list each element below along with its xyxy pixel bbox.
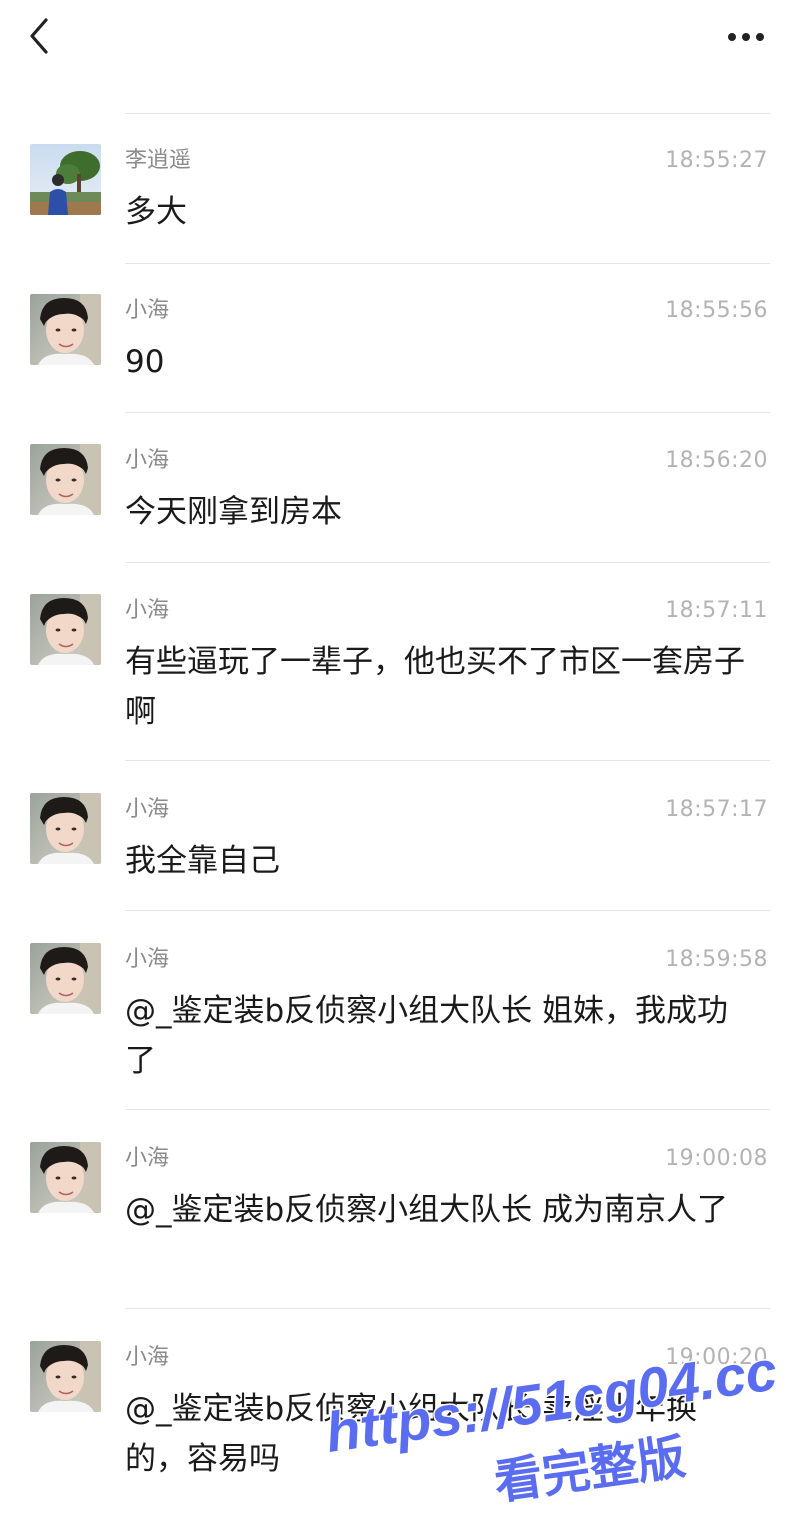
message-text: 今天刚拿到房本	[125, 494, 342, 530]
sender-name: 小海	[125, 1345, 170, 1370]
message-text: 有些逼玩了一辈子，他也买不了市区一套房子啊	[125, 644, 745, 730]
divider	[125, 910, 770, 911]
portrait-avatar[interactable]	[30, 444, 101, 515]
message-time: 18:56:20	[665, 448, 768, 473]
message-time: 19:00:08	[665, 1146, 768, 1171]
portrait-avatar[interactable]	[30, 1341, 101, 1412]
divider	[125, 1308, 770, 1309]
sender-name: 李逍遥	[125, 148, 192, 173]
back-button[interactable]	[22, 14, 62, 58]
message-text: 我全靠自己	[125, 843, 280, 879]
sender-name: 小海	[125, 448, 170, 473]
portrait-avatar[interactable]	[30, 793, 101, 864]
sender-name: 小海	[125, 947, 170, 972]
portrait-avatar[interactable]	[30, 294, 101, 365]
message-text: @_鉴定装b反侦察小组大队长 成为南京人了	[125, 1192, 729, 1228]
divider	[125, 263, 770, 264]
message-time: 18:59:58	[665, 947, 768, 972]
portrait-avatar[interactable]	[30, 943, 101, 1014]
divider	[125, 562, 770, 563]
portrait-avatar[interactable]	[30, 594, 101, 665]
portrait-avatar[interactable]	[30, 1142, 101, 1213]
more-dots-icon	[728, 33, 764, 41]
more-button[interactable]	[718, 22, 774, 52]
sender-name: 小海	[125, 598, 170, 623]
sender-name: 小海	[125, 797, 170, 822]
sender-name: 小海	[125, 1146, 170, 1171]
divider	[125, 1109, 770, 1110]
message-time: 18:57:11	[665, 598, 768, 623]
top-bar	[0, 0, 800, 84]
message-time: 18:57:17	[665, 797, 768, 822]
chevron-left-icon	[30, 18, 48, 54]
message-text: @_鉴定装b反侦察小组大队长 姐妹，我成功了	[125, 993, 729, 1079]
message-time: 18:55:27	[665, 148, 768, 173]
landscape-avatar[interactable]	[30, 144, 101, 215]
message-text: 多大	[125, 194, 187, 230]
message-text: @_鉴定装b反侦察小组大队长 卖淫十年换的，容易吗	[125, 1391, 698, 1477]
sender-name: 小海	[125, 298, 170, 323]
divider	[125, 760, 770, 761]
message-text: 90	[125, 344, 165, 380]
message-time: 18:55:56	[665, 298, 768, 323]
divider	[125, 113, 770, 114]
message-time: 19:00:20	[665, 1345, 768, 1370]
divider	[125, 412, 770, 413]
